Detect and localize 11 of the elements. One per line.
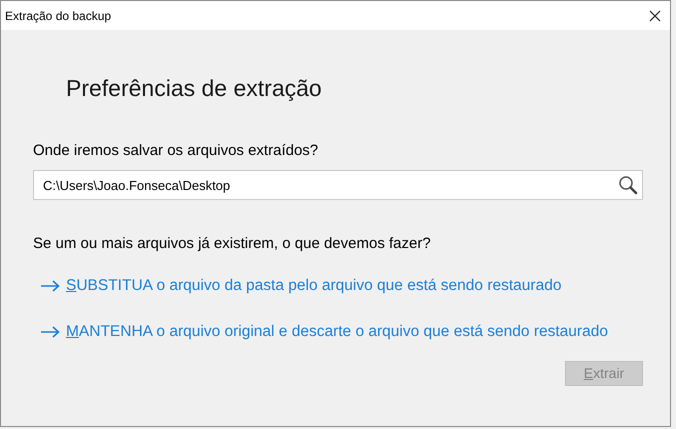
close-icon: [649, 10, 661, 22]
search-icon[interactable]: [618, 175, 638, 195]
conflict-question: Se um ou mais arquivos já existirem, o que devemos fazer?: [33, 234, 432, 254]
option-link[interactable]: SUBSTITUA o arquivo da pasta pelo arquivo que está sendo restaurado: [66, 276, 562, 296]
arrow-icon: [40, 326, 60, 338]
dialog-heading: Preferências de extração: [66, 74, 323, 103]
location-label: Onde iremos salvar os arquivos extraídos?: [33, 141, 320, 161]
arrow-icon: [40, 280, 60, 292]
option-link[interactable]: MANTENHA o arquivo original e descarte o arquivo que está sendo restaurado: [66, 322, 608, 342]
window-title: Extração do backup: [5, 8, 112, 24]
path-field[interactable]: C:\Users\Joao.Fonseca\Desktop: [33, 170, 643, 200]
